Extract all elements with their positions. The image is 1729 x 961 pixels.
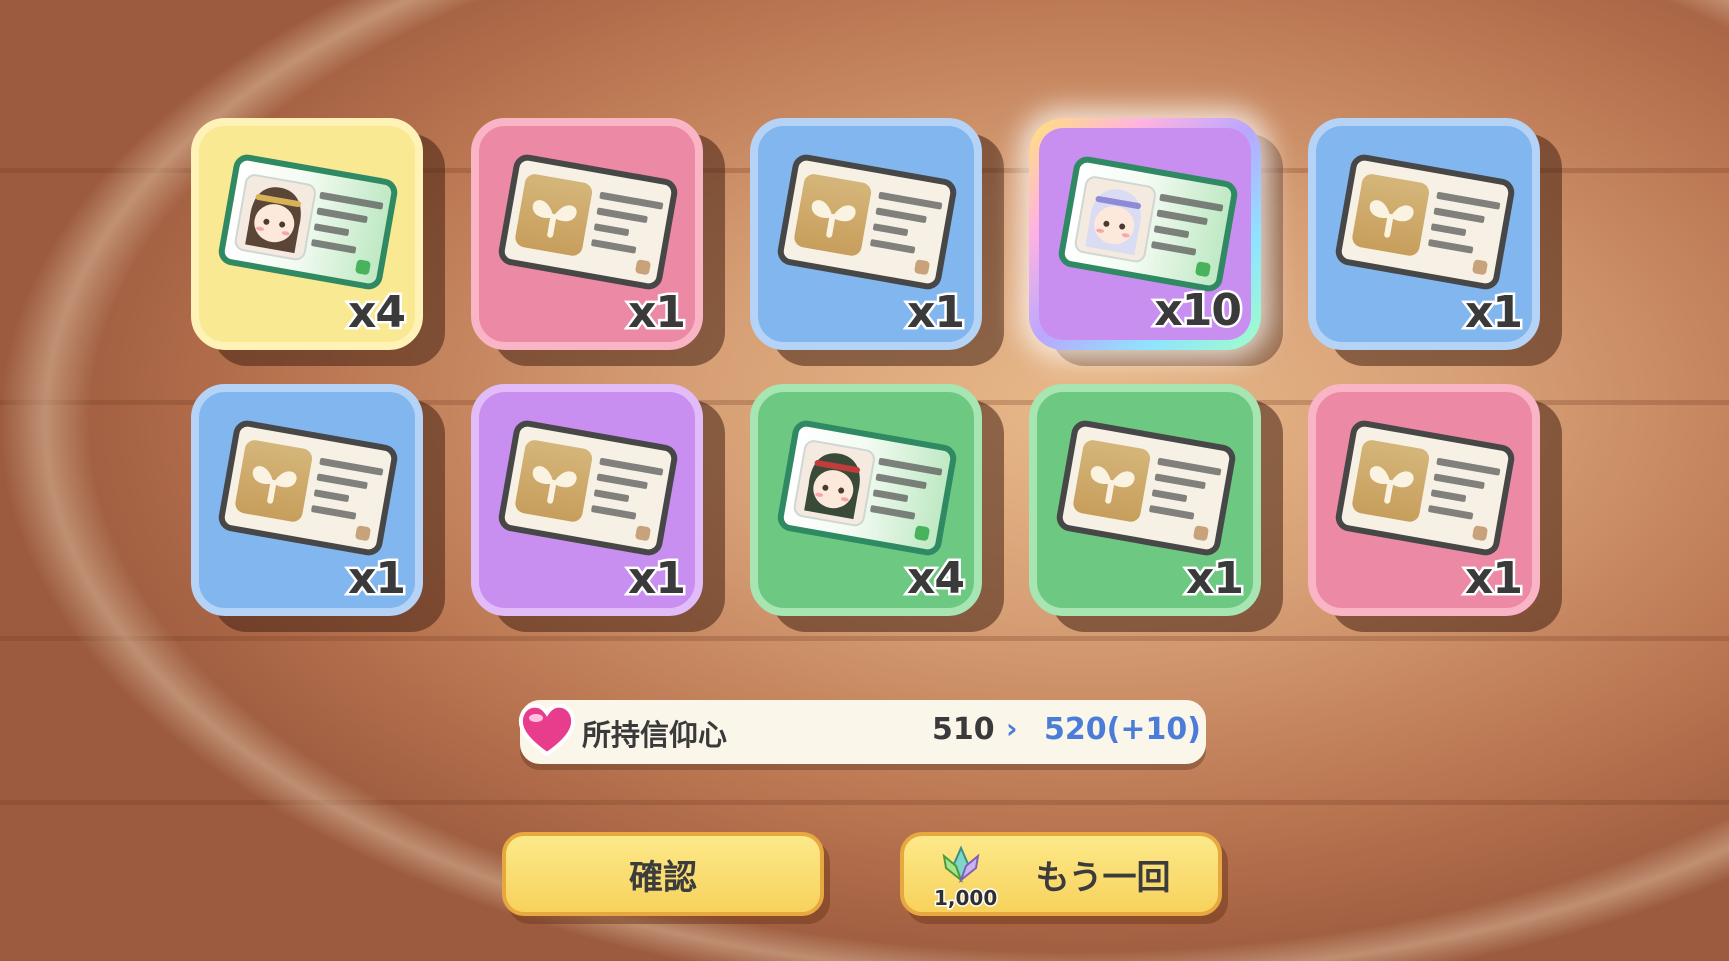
chevron-right-icon: › (1006, 712, 1018, 745)
card-stamp-icon (354, 259, 372, 276)
leaf-gem-icon (942, 845, 980, 883)
card-stamp-icon (1192, 525, 1210, 542)
character-card (216, 152, 400, 292)
sprout-icon (1350, 172, 1431, 258)
character-card (1056, 154, 1240, 294)
quantity-label: x1 (905, 285, 968, 341)
draw-again-label: もう一回 (1035, 857, 1171, 898)
blank-card (216, 418, 400, 558)
confirm-label: 確認 (629, 857, 697, 898)
card-stamp-icon (634, 259, 652, 276)
card-text-lines (1426, 454, 1501, 532)
card-text-lines (309, 454, 384, 532)
card-stamp-icon (354, 525, 372, 542)
quantity-label: x1 (1463, 285, 1526, 341)
faith-current-value: 510 (932, 712, 995, 747)
blank-card (1054, 418, 1238, 558)
card-stamp-icon (1471, 525, 1489, 542)
faith-new-value: 520(+10) (1044, 712, 1201, 747)
sprout-icon (1350, 438, 1431, 524)
sprout-icon (233, 438, 314, 524)
card-text-lines (1426, 188, 1501, 266)
quantity-label: x1 (1184, 551, 1247, 607)
card-text-lines (589, 188, 664, 266)
card-text-lines (868, 188, 943, 266)
quantity-label: x4 (905, 551, 968, 607)
result-tile[interactable]: x1 (471, 118, 703, 350)
blank-card (496, 418, 680, 558)
result-tile[interactable]: x10 (1029, 118, 1261, 350)
blank-card (496, 152, 680, 292)
quantity-label: x10 (1152, 283, 1245, 339)
quantity-label: x1 (346, 551, 409, 607)
quantity-label: x1 (626, 551, 689, 607)
confirm-button[interactable]: 確認 (502, 832, 824, 916)
card-stamp-icon (634, 525, 652, 542)
character-brown-hair-icon (233, 172, 318, 262)
quantity-label: x4 (346, 285, 409, 341)
sprout-icon (1071, 438, 1152, 524)
result-tile[interactable]: x1 (1029, 384, 1261, 616)
card-stamp-icon (913, 525, 931, 542)
card-text-lines (1149, 190, 1224, 268)
quantity-label: x1 (1463, 551, 1526, 607)
card-text-lines (589, 454, 664, 532)
card-stamp-icon (913, 259, 931, 276)
result-tile[interactable]: x1 (1308, 118, 1540, 350)
heart-icon (518, 703, 576, 757)
blank-card (1333, 152, 1517, 292)
blank-card (1333, 418, 1517, 558)
result-tile[interactable]: x1 (471, 384, 703, 616)
blank-card (775, 152, 959, 292)
draw-again-button[interactable]: 1,000 もう一回 (900, 832, 1222, 916)
result-tile[interactable]: x1 (1308, 384, 1540, 616)
card-stamp-icon (1194, 261, 1212, 278)
character-green-hair-icon (792, 438, 877, 528)
card-text-lines (309, 188, 384, 266)
result-tile[interactable]: x1 (750, 118, 982, 350)
card-stamp-icon (1471, 259, 1489, 276)
draw-cost: 1,000 (932, 885, 998, 912)
sprout-icon (513, 438, 594, 524)
sprout-icon (513, 172, 594, 258)
result-tile[interactable]: x4 (191, 118, 423, 350)
sprout-icon (792, 172, 873, 258)
faith-panel: 所持信仰心 510 › 520(+10) (518, 700, 1206, 764)
faith-label: 所持信仰心 (582, 718, 728, 752)
character-card (775, 418, 959, 558)
result-tile[interactable]: x4 (750, 384, 982, 616)
card-text-lines (1147, 454, 1222, 532)
character-silver-hair-icon (1073, 174, 1158, 264)
result-tile[interactable]: x1 (191, 384, 423, 616)
card-text-lines (868, 454, 943, 532)
quantity-label: x1 (626, 285, 689, 341)
